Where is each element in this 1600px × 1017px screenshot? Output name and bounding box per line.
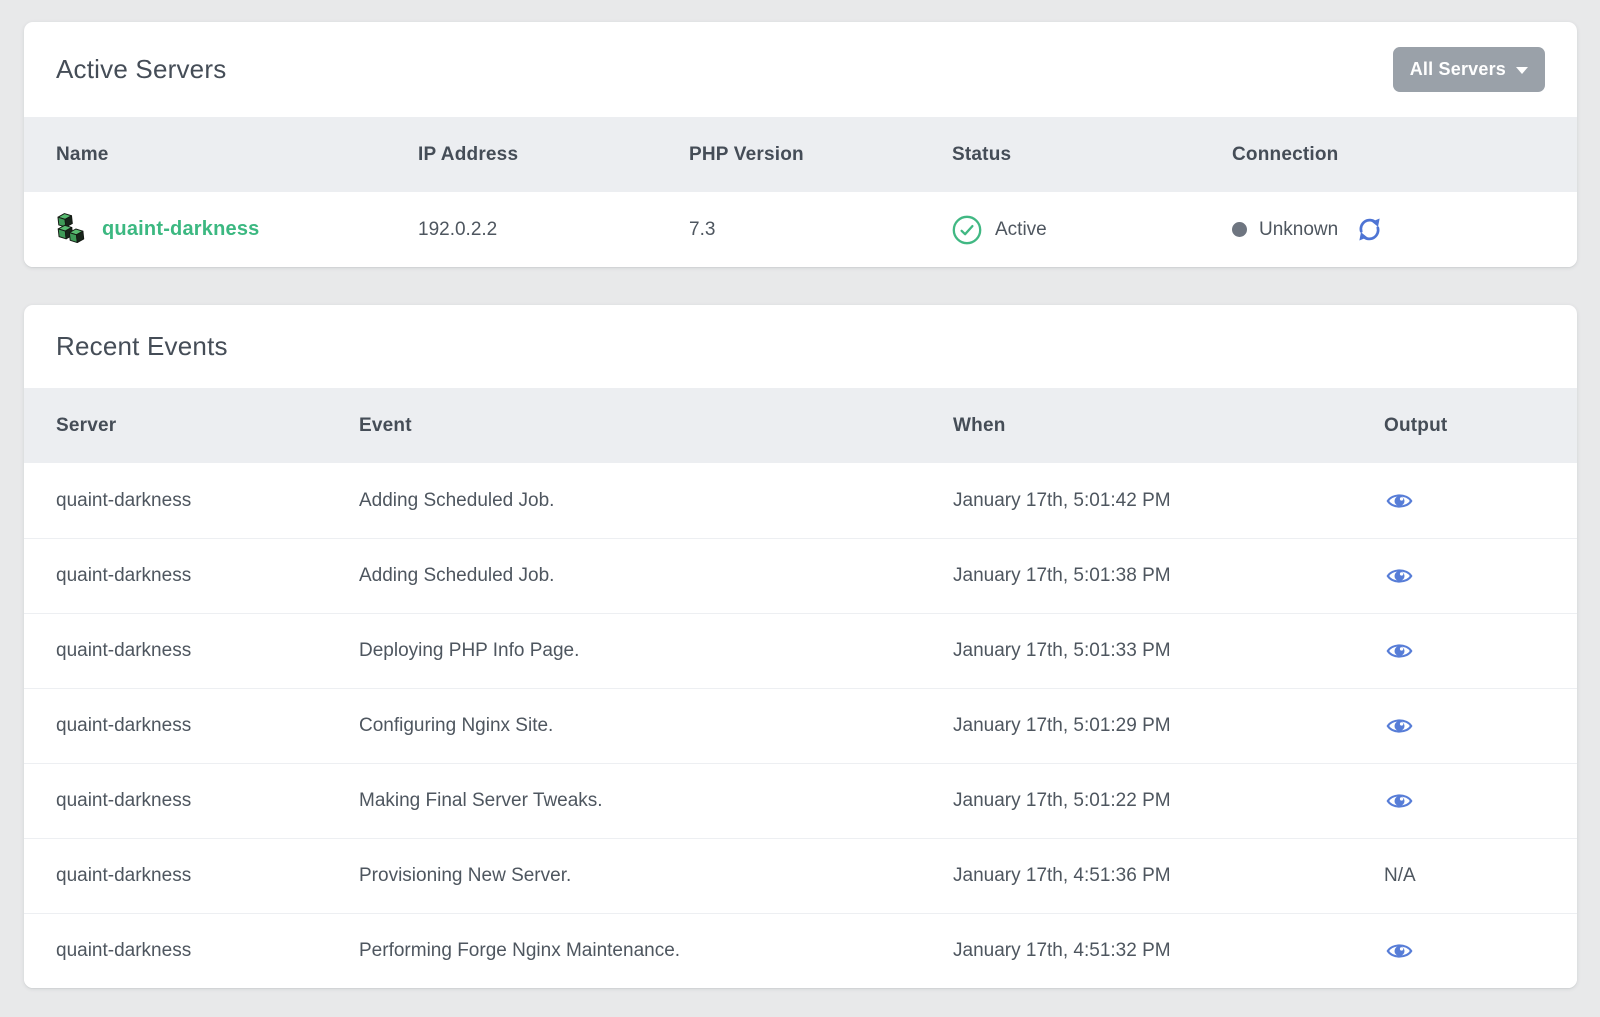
active-servers-header: Active Servers All Servers [24,22,1577,117]
event-row: quaint-darkness Adding Scheduled Job. Ja… [24,463,1577,538]
eye-icon[interactable] [1386,791,1413,811]
all-servers-dropdown[interactable]: All Servers [1393,47,1545,92]
eye-icon[interactable] [1386,566,1413,586]
caret-down-icon [1516,67,1528,74]
event-description: Performing Forge Nginx Maintenance. [359,940,953,962]
event-timestamp: January 17th, 5:01:42 PM [953,490,1384,512]
server-name-link[interactable]: quaint-darkness [102,218,259,241]
active-servers-title: Active Servers [56,54,226,85]
col-header-event: Event [359,415,953,437]
event-row: quaint-darkness Adding Scheduled Job. Ja… [24,538,1577,613]
server-ip: 192.0.2.2 [418,219,689,241]
event-server: quaint-darkness [56,865,359,887]
event-row: quaint-darkness Making Final Server Twea… [24,763,1577,838]
event-server: quaint-darkness [56,940,359,962]
event-row: quaint-darkness Performing Forge Nginx M… [24,913,1577,988]
col-header-output: Output [1384,415,1545,437]
event-row: quaint-darkness Configuring Nginx Site. … [24,688,1577,763]
col-header-server: Server [56,415,359,437]
event-timestamp: January 17th, 4:51:32 PM [953,940,1384,962]
event-server: quaint-darkness [56,565,359,587]
all-servers-dropdown-label: All Servers [1410,59,1506,80]
event-timestamp: January 17th, 4:51:36 PM [953,865,1384,887]
event-row: quaint-darkness Deploying PHP Info Page.… [24,613,1577,688]
col-header-name: Name [56,144,418,166]
col-header-when: When [953,415,1384,437]
event-timestamp: January 17th, 5:01:33 PM [953,640,1384,662]
refresh-icon[interactable] [1356,216,1383,243]
status-dot [1232,222,1247,237]
recent-events-panel: Recent Events Server Event When Output q… [24,305,1577,988]
server-row: quaint-darkness 192.0.2.2 7.3 Active Unk… [24,192,1577,267]
event-description: Adding Scheduled Job. [359,565,953,587]
col-header-status: Status [952,144,1232,166]
connection-status-label: Unknown [1259,219,1338,241]
check-circle-icon [952,215,982,245]
eye-icon[interactable] [1386,941,1413,961]
server-status-label: Active [995,219,1047,241]
col-header-php: PHP Version [689,144,952,166]
events-table-header: Server Event When Output [24,388,1577,463]
eye-icon[interactable] [1386,716,1413,736]
active-servers-panel: Active Servers All Servers Name IP Addre… [24,22,1577,267]
event-description: Adding Scheduled Job. [359,490,953,512]
event-description: Configuring Nginx Site. [359,715,953,737]
col-header-ip: IP Address [418,144,689,166]
eye-icon[interactable] [1386,491,1413,511]
event-server: quaint-darkness [56,715,359,737]
col-header-connection: Connection [1232,144,1545,166]
event-description: Provisioning New Server. [359,865,953,887]
event-description: Deploying PHP Info Page. [359,640,953,662]
event-timestamp: January 17th, 5:01:38 PM [953,565,1384,587]
server-cubes-icon [54,211,87,249]
event-server: quaint-darkness [56,490,359,512]
event-row: quaint-darkness Provisioning New Server.… [24,838,1577,913]
event-description: Making Final Server Tweaks. [359,790,953,812]
servers-table-header: Name IP Address PHP Version Status Conne… [24,117,1577,192]
page: Active Servers All Servers Name IP Addre… [0,0,1600,988]
recent-events-header: Recent Events [24,305,1577,388]
event-timestamp: January 17th, 5:01:29 PM [953,715,1384,737]
server-php: 7.3 [689,219,952,241]
eye-icon[interactable] [1386,641,1413,661]
output-na-label: N/A [1384,865,1416,887]
event-server: quaint-darkness [56,790,359,812]
event-timestamp: January 17th, 5:01:22 PM [953,790,1384,812]
recent-events-title: Recent Events [56,331,228,362]
event-server: quaint-darkness [56,640,359,662]
